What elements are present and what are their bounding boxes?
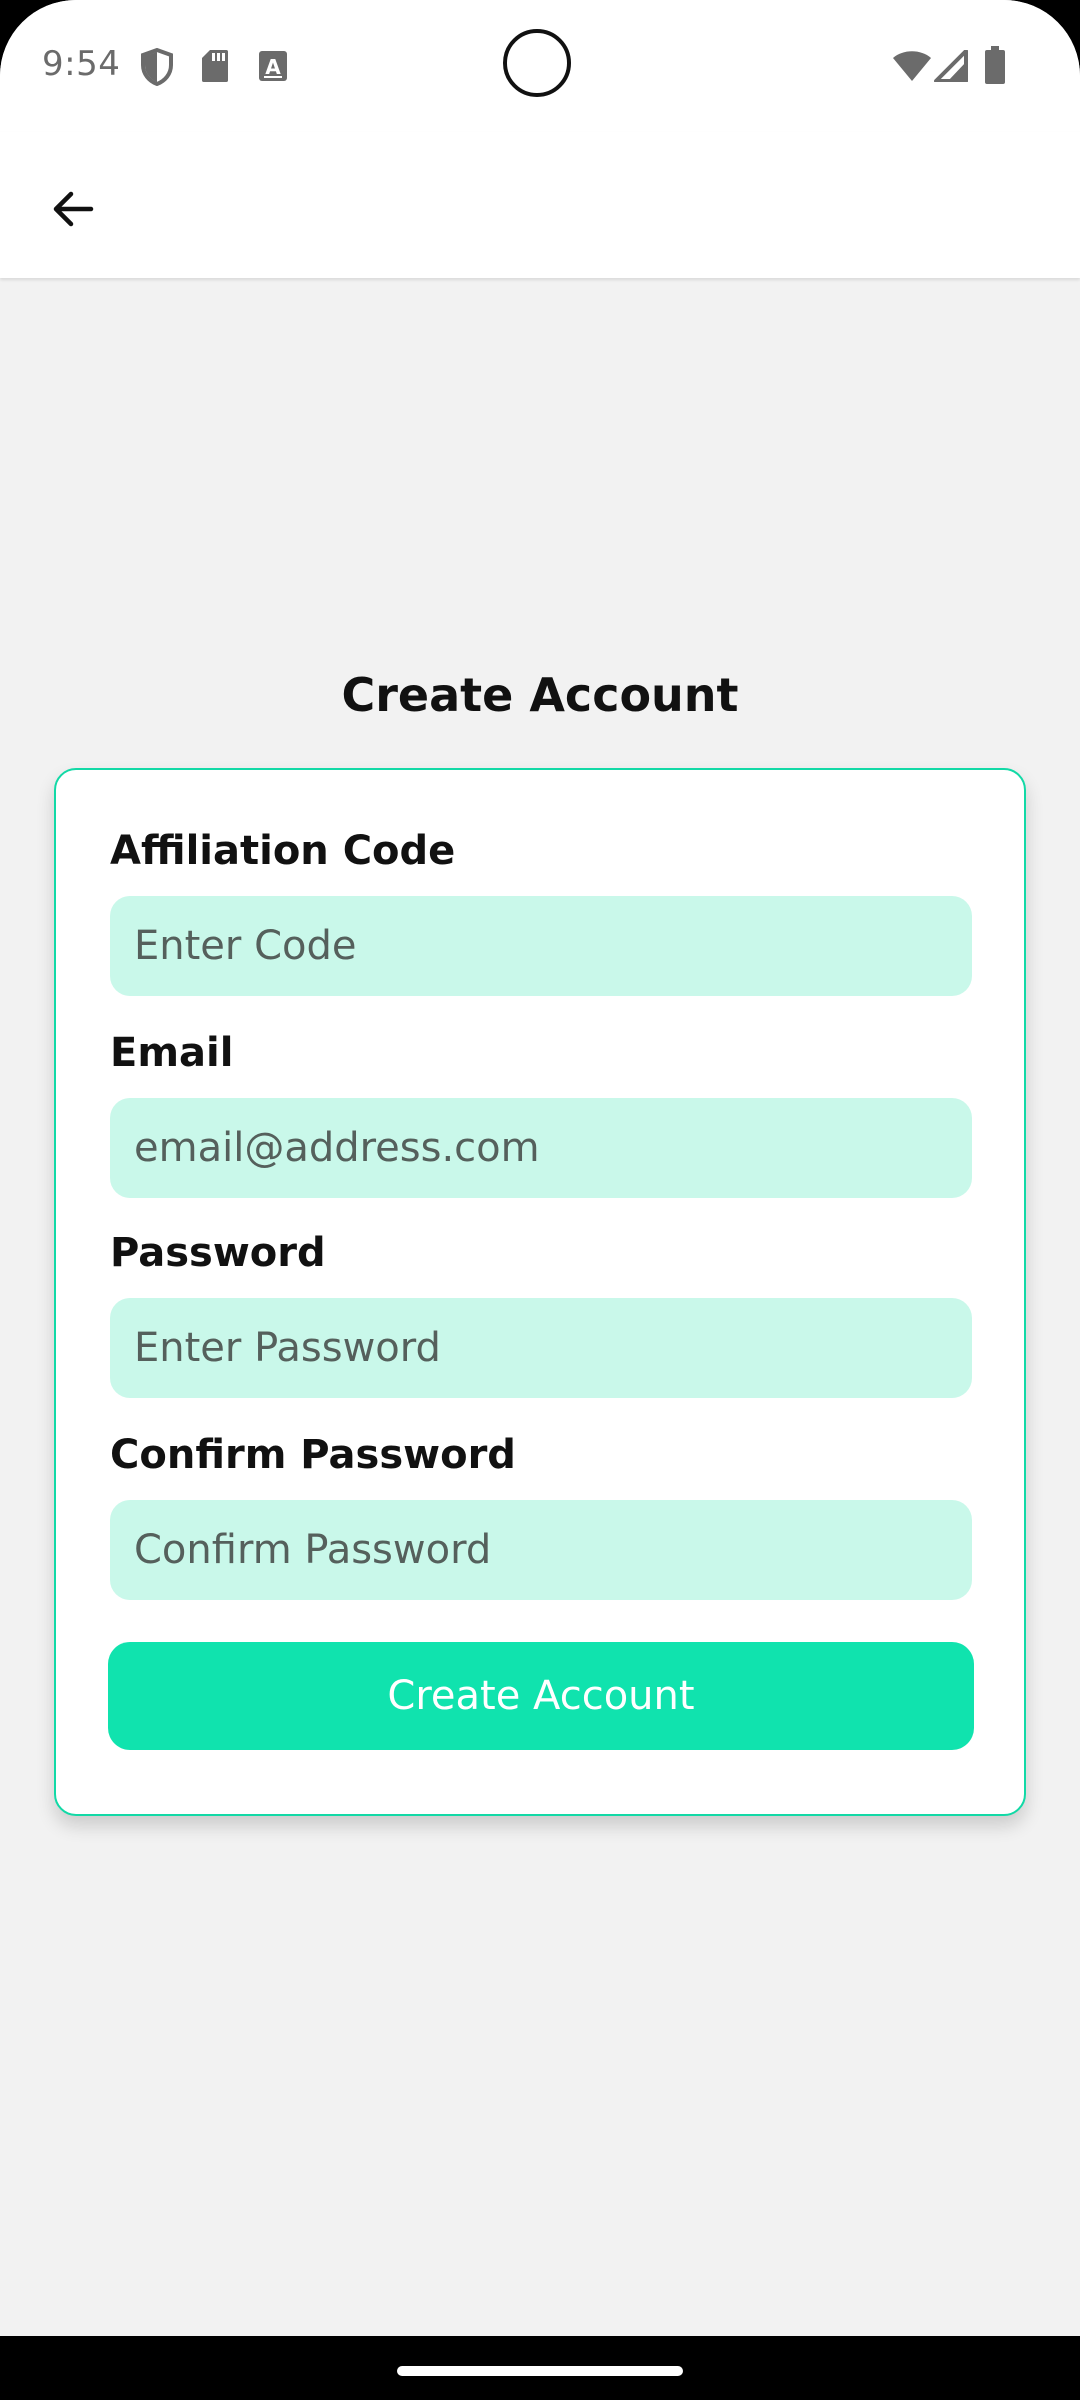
navigation-bar [0,2336,1080,2400]
screen: 9:54 A Create Account Affiliation Code E… [0,0,1080,2400]
app-bar [0,132,1080,278]
status-time: 9:54 [42,44,121,84]
home-indicator[interactable] [397,2366,683,2376]
wifi-icon [892,50,932,86]
sd-card-icon [200,48,230,88]
battery-icon [984,46,1006,88]
affiliation-code-input[interactable] [110,896,972,996]
password-input[interactable] [110,1298,972,1398]
affiliation-code-label: Affiliation Code [110,828,456,874]
create-account-form: Affiliation Code Email Password Confirm … [54,768,1026,1816]
password-label: Password [110,1230,326,1276]
confirm-password-label: Confirm Password [110,1432,516,1478]
shield-icon [140,47,174,90]
signal-icon [934,49,968,86]
page-title: Create Account [341,668,739,722]
svg-text:A: A [265,55,281,79]
camera-cutout [503,29,571,97]
email-input[interactable] [110,1098,972,1198]
create-account-button[interactable]: Create Account [108,1642,974,1750]
back-button[interactable] [30,168,116,254]
font-a-icon: A [258,50,288,86]
confirm-password-input[interactable] [110,1500,972,1600]
status-bar: 9:54 A [0,0,1080,132]
email-label: Email [110,1030,234,1076]
arrow-left-icon [49,185,97,237]
